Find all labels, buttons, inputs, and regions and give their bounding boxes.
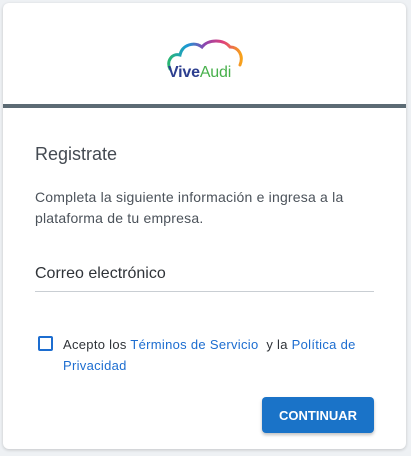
- header-divider: [3, 104, 406, 108]
- page-title: Registrate: [35, 144, 118, 164]
- terms-middle: y la: [258, 337, 292, 352]
- card-header: ViveAudi: [3, 3, 406, 104]
- logo-text: ViveAudi: [168, 64, 231, 82]
- email-field-underline: [35, 291, 374, 292]
- terms-text: Acepto los Términos de Servicio y la Pol…: [63, 334, 373, 376]
- continue-button[interactable]: CONTINUAR: [262, 397, 374, 433]
- registration-card: ViveAudi Registrate Completa la siguient…: [3, 3, 406, 449]
- description-text: Completa la siguiente información e ingr…: [35, 189, 344, 226]
- logo-text-audi: Audi: [199, 64, 232, 81]
- terms-of-service-link[interactable]: Términos de Servicio: [130, 337, 258, 352]
- terms-checkbox[interactable]: [38, 336, 53, 351]
- terms-prefix: Acepto los: [63, 337, 131, 352]
- logo-text-vive: Vive: [168, 64, 200, 81]
- viveaudi-logo: ViveAudi: [164, 37, 244, 85]
- email-field[interactable]: Correo electrónico: [35, 265, 166, 283]
